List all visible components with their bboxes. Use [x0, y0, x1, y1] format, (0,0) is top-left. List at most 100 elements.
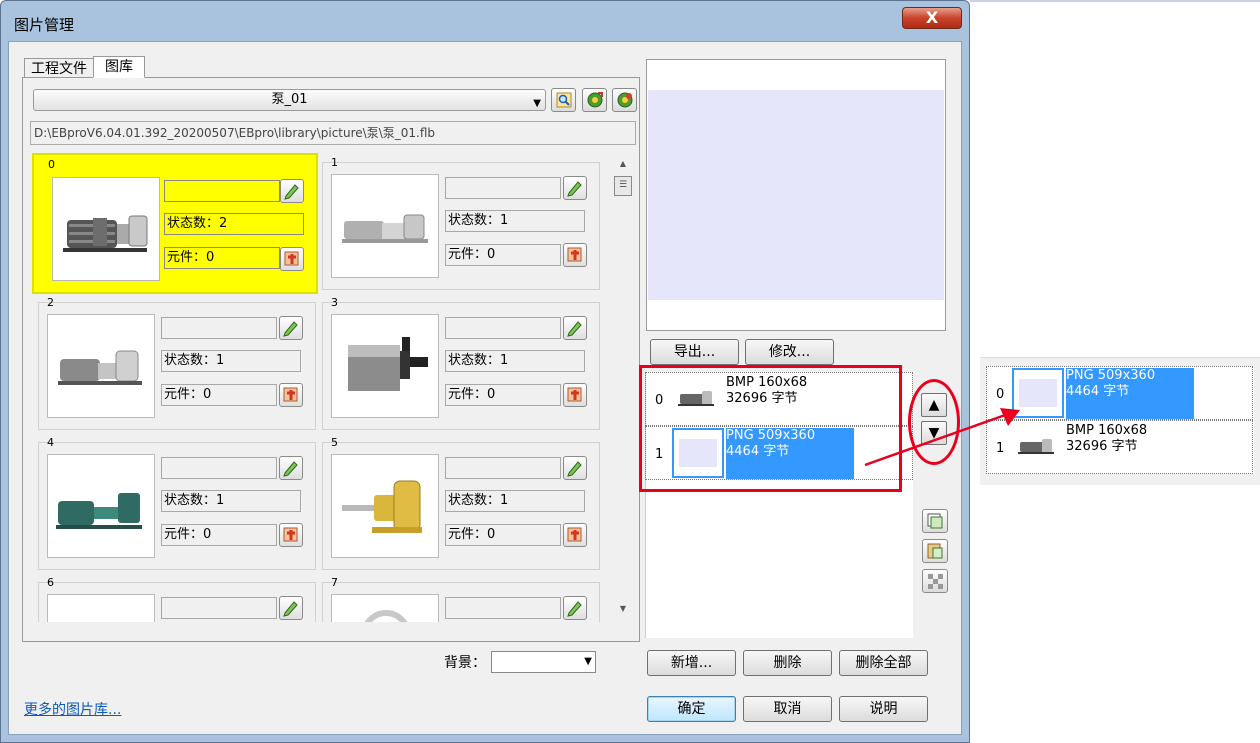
grid-scrollbar[interactable]: [613, 155, 633, 621]
cell-state-count: 状态数：1: [445, 490, 585, 512]
pump-image: [342, 214, 428, 243]
list-item-format: PNG 509x360: [1066, 368, 1156, 383]
copy-state-button[interactable]: [922, 509, 948, 533]
cell-name-field[interactable]: [161, 317, 277, 339]
export-icon: [284, 251, 299, 266]
list-item-size: 32696 字节: [1066, 439, 1138, 454]
edit-name-button[interactable]: [563, 596, 587, 620]
edit-name-button[interactable]: [279, 596, 303, 620]
picture-cell[interactable]: 1 状态数：1 元件：0: [322, 156, 600, 290]
cell-index: 7: [331, 576, 338, 589]
library-select[interactable]: 泵_01 ▼: [33, 89, 546, 111]
cell-state-count: 状态数：1: [445, 210, 585, 232]
picture-cell[interactable]: 7: [322, 576, 600, 622]
cell-state-count: 状态数：1: [161, 490, 301, 512]
picture-cell[interactable]: 0 状态数：2 元件：0: [32, 153, 318, 294]
pencil-icon: [567, 181, 582, 197]
picture-cell[interactable]: 3 状态数：1 元件：0: [322, 296, 600, 430]
scrollbar-thumb[interactable]: ☰: [614, 176, 632, 196]
edit-name-button[interactable]: [279, 456, 303, 480]
tab-project-files[interactable]: 工程文件: [24, 58, 94, 78]
cell-part-count: 元件：0: [161, 524, 277, 546]
picture-grid[interactable]: 0 状态数：2 元件：0 1 状态数：1 元件：0 2 状态数：1 元件：0 3…: [30, 152, 612, 622]
background-strip: [970, 0, 1260, 2]
tab-gallery[interactable]: 图库: [93, 56, 145, 78]
pump-thumbnail: [52, 177, 160, 281]
scroll-up-icon[interactable]: ▲: [613, 155, 633, 173]
cell-index: 6: [47, 576, 54, 589]
export-part-button[interactable]: [563, 243, 587, 267]
export-part-button[interactable]: [563, 523, 587, 547]
delete-state-button[interactable]: 删除: [743, 650, 832, 676]
pump-thumbnail: [47, 314, 155, 418]
remove-library-button[interactable]: [612, 88, 637, 112]
cell-name-field[interactable]: [161, 597, 277, 619]
paste-icon: [927, 543, 943, 559]
pump-image: [56, 493, 142, 529]
pump-thumbnail: [331, 314, 439, 418]
modify-button[interactable]: 修改...: [745, 339, 834, 365]
pump-image: [364, 610, 408, 622]
pencil-icon: [284, 184, 299, 200]
help-button[interactable]: 说明: [839, 696, 928, 722]
cell-name-field[interactable]: [445, 317, 561, 339]
list-item-format: BMP 160x68: [1066, 423, 1148, 438]
export-part-button[interactable]: [563, 383, 587, 407]
cancel-button[interactable]: 取消: [743, 696, 832, 722]
export-part-button[interactable]: [279, 383, 303, 407]
edit-name-button[interactable]: [563, 316, 587, 340]
pump-image: [348, 337, 428, 391]
pencil-icon: [283, 461, 298, 477]
scroll-down-icon[interactable]: ▼: [613, 600, 633, 618]
cell-name-field[interactable]: [164, 180, 280, 202]
paste-state-button[interactable]: [922, 539, 948, 563]
close-button[interactable]: X: [902, 7, 962, 29]
remove-library-icon: [617, 92, 633, 108]
cell-name-field[interactable]: [445, 177, 561, 199]
export-button[interactable]: 导出...: [650, 339, 739, 365]
cell-name-field[interactable]: [445, 457, 561, 479]
annotation-arrow: [864, 408, 1020, 467]
export-icon: [567, 247, 582, 262]
cell-index: 4: [47, 436, 54, 449]
more-libraries-link[interactable]: 更多的图片库...: [24, 699, 121, 719]
pump-thumbnail: [331, 174, 439, 278]
edit-name-button[interactable]: [279, 316, 303, 340]
export-part-button[interactable]: [280, 247, 304, 271]
picture-cell[interactable]: 6: [38, 576, 316, 622]
edit-name-button[interactable]: [563, 176, 587, 200]
background-select[interactable]: ▼: [491, 651, 596, 673]
add-library-button[interactable]: [582, 88, 607, 112]
browse-library-button[interactable]: [551, 88, 576, 112]
pencil-icon: [567, 461, 582, 477]
cell-part-count: 元件：0: [445, 384, 561, 406]
window-title: 图片管理: [14, 16, 75, 34]
export-icon: [283, 387, 298, 402]
cell-index: 2: [47, 296, 54, 309]
library-path-field: D:\EBproV6.04.01.392_20200507\EBpro\libr…: [30, 121, 636, 145]
add-state-button[interactable]: 新增...: [647, 650, 736, 676]
picture-cell[interactable]: 4 状态数：1 元件：0: [38, 436, 316, 570]
pump-thumbnail: [47, 454, 155, 558]
pump-thumbnail: [47, 594, 155, 622]
delete-all-button[interactable]: 删除全部: [839, 650, 928, 676]
ok-button[interactable]: 确定: [647, 696, 736, 722]
list-item-text: PNG 509x360 4464 字节: [1066, 368, 1194, 419]
transparent-background-button[interactable]: [922, 569, 948, 593]
export-part-button[interactable]: [279, 523, 303, 547]
background-label: 背景：: [444, 655, 486, 671]
cell-index: 0: [48, 158, 55, 171]
edit-name-button[interactable]: [280, 179, 304, 203]
picture-cell[interactable]: 5 状态数：1 元件：0: [322, 436, 600, 570]
export-icon: [567, 387, 582, 402]
list-item-size: 4464 字节: [1066, 384, 1130, 399]
pump-thumbnail: [331, 594, 439, 622]
cell-name-field[interactable]: [445, 597, 561, 619]
picture-cell[interactable]: 2 状态数：1 元件：0: [38, 296, 316, 430]
edit-name-button[interactable]: [563, 456, 587, 480]
cell-part-count: 元件：0: [445, 244, 561, 266]
checker-icon: [928, 574, 943, 589]
magnifier-icon: [556, 92, 572, 108]
cell-name-field[interactable]: [161, 457, 277, 479]
chevron-down-icon: ▼: [584, 656, 592, 667]
